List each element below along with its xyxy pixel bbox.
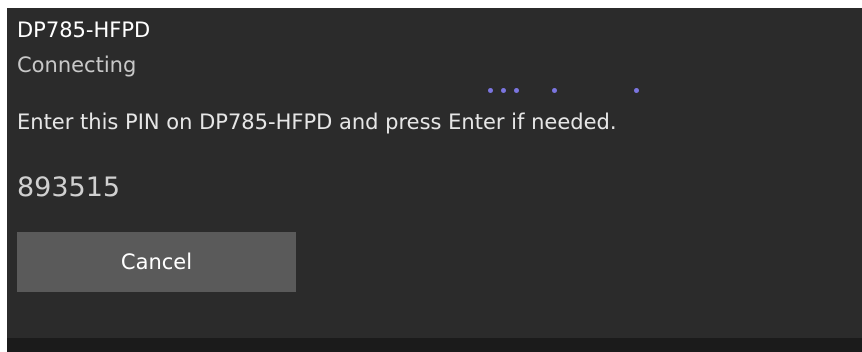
pairing-dialog: DP785-HFPD Connecting Enter this PIN on …: [7, 8, 862, 352]
progress-indicator: [7, 88, 862, 96]
progress-dot: [514, 88, 519, 93]
cancel-button[interactable]: Cancel: [17, 232, 296, 292]
progress-dot: [634, 88, 639, 93]
pin-instruction: Enter this PIN on DP785-HFPD and press E…: [17, 110, 617, 134]
bottom-strip: [7, 338, 862, 352]
progress-dot: [501, 88, 506, 93]
progress-dot: [552, 88, 557, 93]
pin-code: 893515: [17, 172, 121, 203]
connection-status: Connecting: [17, 53, 137, 77]
device-name: DP785-HFPD: [17, 18, 151, 42]
progress-dot: [488, 88, 493, 93]
